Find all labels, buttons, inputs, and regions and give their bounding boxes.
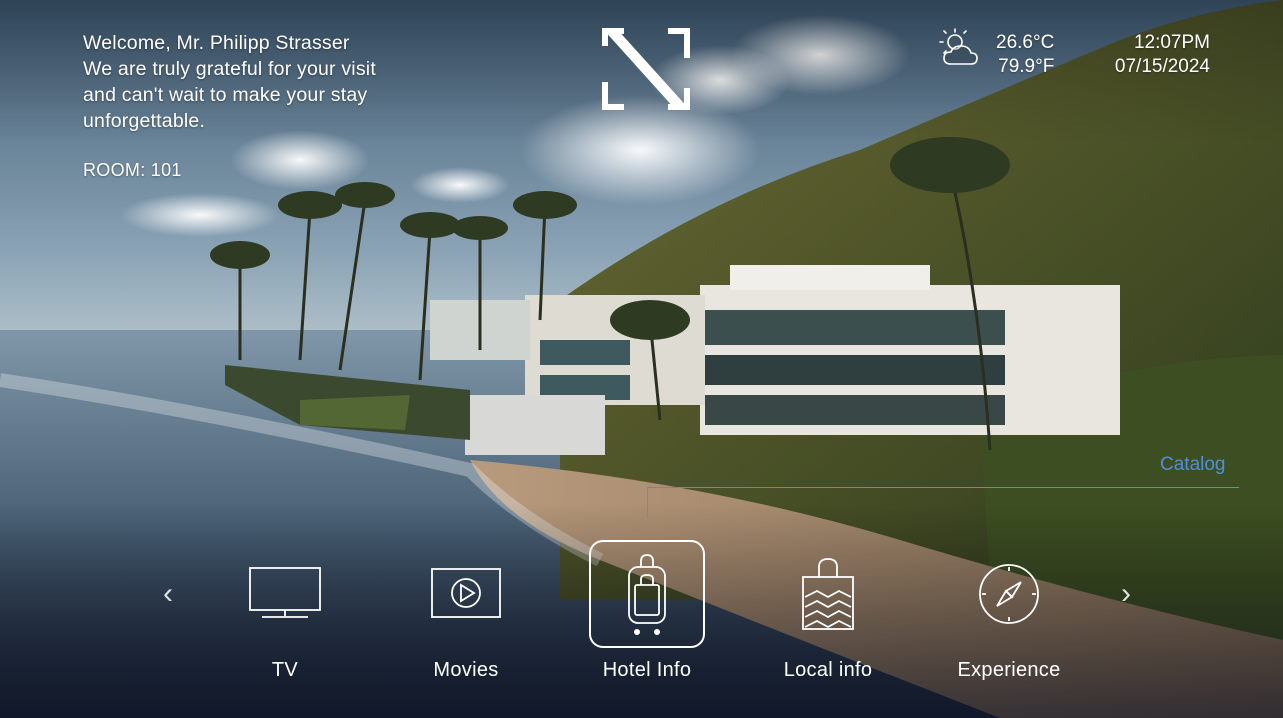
nav-label-tv: TV: [271, 659, 299, 681]
nav-icon-wrap: [408, 540, 524, 648]
hotel-logo: [602, 28, 690, 110]
temperature-readout: 26.6°C 79.9°F: [996, 31, 1054, 79]
partly-cloudy-icon: [939, 28, 978, 65]
welcome-line-1: Welcome, Mr. Philipp Strasser: [83, 32, 350, 54]
catalog-divider: [647, 487, 1239, 488]
welcome-message: Welcome, Mr. Philipp Strasser We are tru…: [83, 30, 376, 134]
temperature-fahrenheit: 79.9°F: [998, 56, 1055, 77]
nav-label-hotel-info: Hotel Info: [602, 659, 692, 681]
clock-time: 12:07PM: [1133, 32, 1210, 53]
chevron-left-icon[interactable]: ‹: [155, 578, 181, 610]
nav-label-experience: Experience: [957, 659, 1061, 681]
clock: 12:07PM 07/15/2024: [1083, 31, 1210, 79]
temperature-celsius: 26.6°C: [996, 32, 1055, 53]
nav-item-local-info[interactable]: Local info: [758, 540, 898, 690]
nav-label-local-info: Local info: [783, 659, 873, 681]
nav-icon-wrap: [227, 540, 343, 648]
nav-icon-wrap-selected: [589, 540, 705, 648]
tv-icon: [249, 567, 321, 618]
welcome-line-4: unforgettable.: [83, 110, 206, 132]
welcome-line-3: and can't wait to make your stay: [83, 84, 368, 106]
compass-icon: [979, 564, 1039, 624]
chevron-right-icon[interactable]: ›: [1113, 578, 1139, 610]
luggage-icon: [628, 554, 666, 635]
nav-item-hotel-info[interactable]: Hotel Info: [577, 540, 717, 690]
room-number: ROOM: 101: [83, 160, 182, 180]
clock-date: 07/15/2024: [1114, 56, 1210, 77]
catalog-divider-tick: [647, 487, 648, 519]
nav-item-experience[interactable]: Experience: [939, 540, 1079, 690]
nav-item-movies[interactable]: Movies: [396, 540, 536, 690]
nav-label-movies: Movies: [433, 659, 499, 681]
hotel-tv-home-screen: Welcome, Mr. Philipp Strasser We are tru…: [0, 0, 1283, 718]
nav-item-tv[interactable]: TV: [215, 540, 355, 690]
nav-icon-wrap: [951, 540, 1067, 648]
catalog-link[interactable]: Catalog: [1160, 454, 1226, 476]
shopping-bag-icon: [802, 558, 854, 630]
welcome-line-2: We are truly grateful for your visit: [83, 58, 376, 80]
nav-icon-wrap: [770, 540, 886, 648]
play-icon: [431, 568, 501, 618]
